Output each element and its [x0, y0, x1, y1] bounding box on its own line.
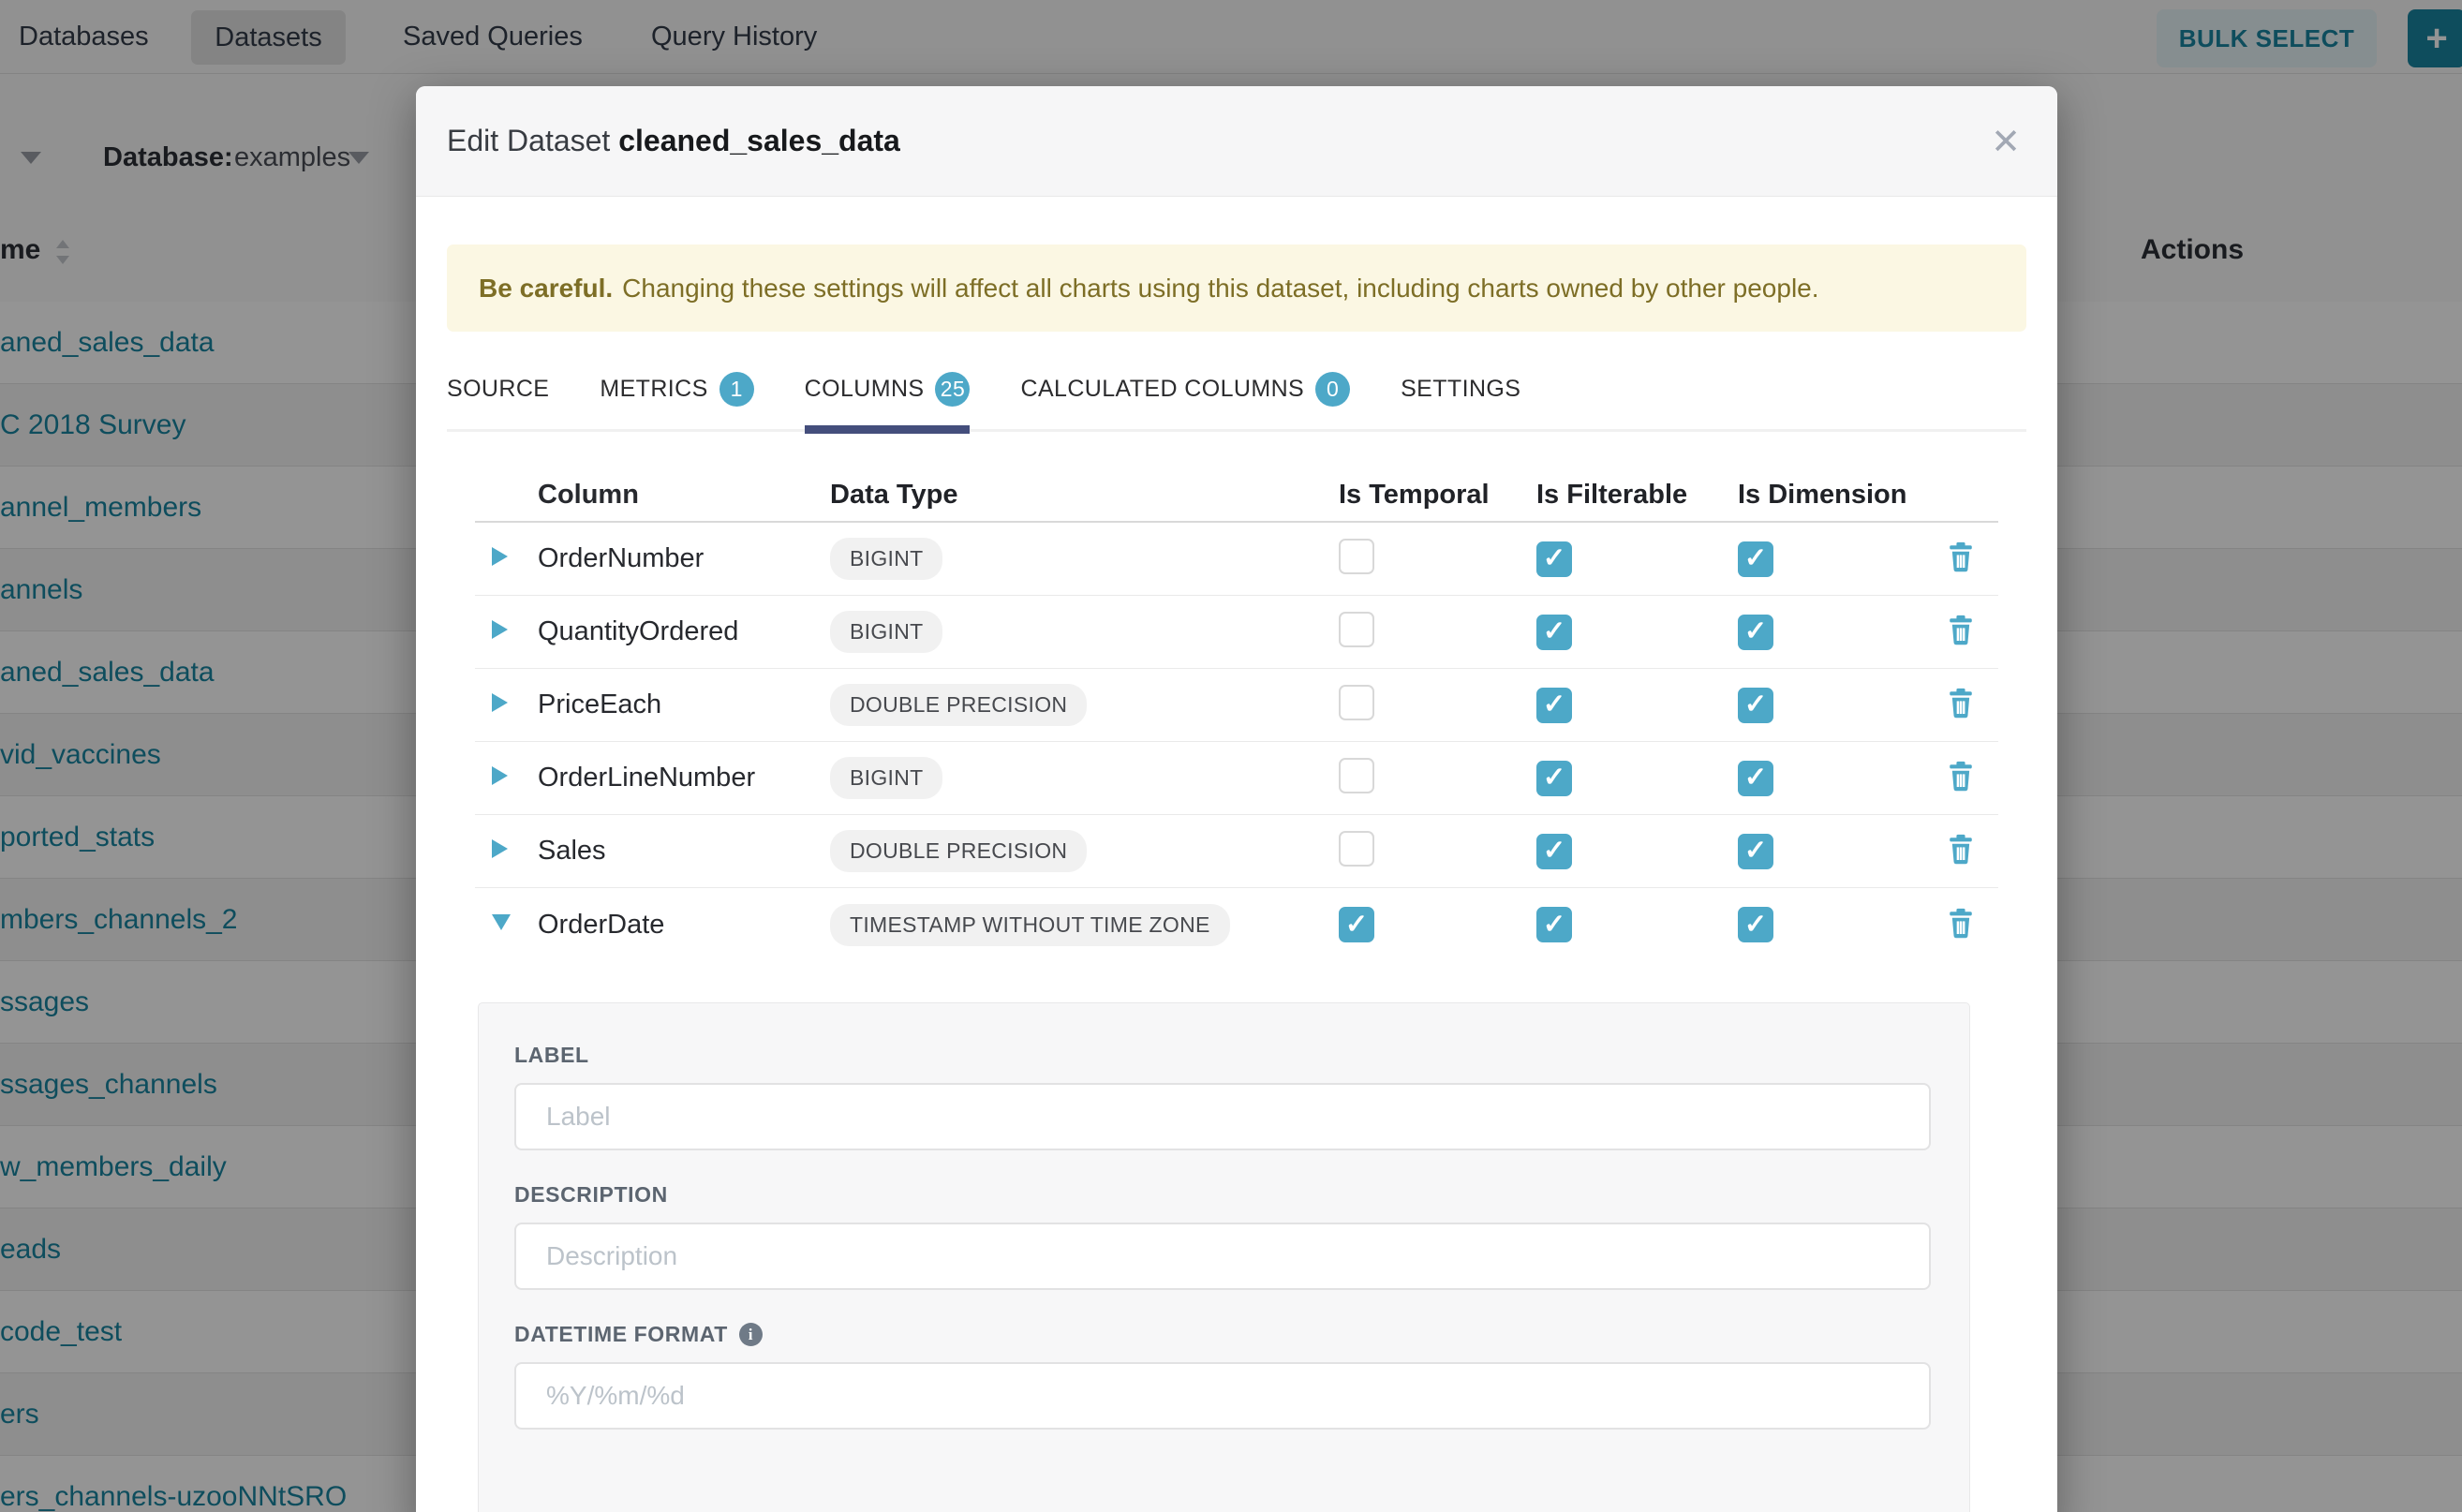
is-temporal-checkbox[interactable] — [1339, 907, 1374, 942]
modal-tabs: SOURCE METRICS 1 COLUMNS 25 CALCULATED C… — [447, 372, 2026, 432]
modal-title-prefix: Edit Dataset — [447, 124, 610, 157]
column-name: OrderLineNumber — [538, 763, 830, 793]
is-filterable-checkbox[interactable] — [1536, 834, 1572, 869]
column-row: OrderLineNumber BIGINT — [475, 742, 1998, 815]
header-is-temporal: Is Temporal — [1339, 480, 1536, 511]
is-temporal-checkbox[interactable] — [1339, 612, 1374, 647]
column-type-pill: BIGINT — [830, 538, 942, 580]
modal-title: Edit Dataset cleaned_sales_data — [447, 124, 900, 158]
tab-metrics[interactable]: METRICS 1 — [600, 372, 753, 429]
column-type-pill: BIGINT — [830, 757, 942, 799]
label-field-label: LABEL — [514, 1043, 1934, 1068]
column-name: PriceEach — [538, 689, 830, 720]
expand-caret-icon[interactable] — [492, 914, 511, 930]
is-dimension-checkbox[interactable] — [1738, 834, 1773, 869]
delete-column-icon[interactable] — [1946, 614, 1976, 650]
is-dimension-checkbox[interactable] — [1738, 688, 1773, 723]
expand-caret-icon[interactable] — [492, 839, 508, 858]
warning-banner: Be careful. Changing these settings will… — [447, 245, 2026, 332]
column-name: Sales — [538, 836, 830, 867]
is-filterable-checkbox[interactable] — [1536, 761, 1572, 796]
column-row: OrderNumber BIGINT — [475, 523, 1998, 596]
column-type-pill: TIMESTAMP WITHOUT TIME ZONE — [830, 904, 1230, 946]
tab-source[interactable]: SOURCE — [447, 372, 549, 429]
is-temporal-checkbox[interactable] — [1339, 685, 1374, 720]
tab-metrics-label: METRICS — [600, 376, 707, 403]
column-type-pill: DOUBLE PRECISION — [830, 830, 1087, 872]
header-is-dimension: Is Dimension — [1738, 480, 1931, 511]
delete-column-icon[interactable] — [1946, 687, 1976, 723]
is-temporal-checkbox[interactable] — [1339, 831, 1374, 867]
calculated-columns-count-badge: 0 — [1315, 372, 1350, 407]
warning-bold-text: Be careful. — [479, 274, 613, 304]
column-name: OrderDate — [538, 910, 830, 941]
label-input[interactable] — [514, 1083, 1931, 1150]
is-temporal-checkbox[interactable] — [1339, 539, 1374, 574]
tab-columns[interactable]: COLUMNS 25 — [805, 372, 971, 429]
tab-calculated-columns-label: CALCULATED COLUMNS — [1020, 376, 1304, 403]
description-input[interactable] — [514, 1223, 1931, 1290]
expand-caret-icon[interactable] — [492, 620, 508, 639]
column-row: PriceEach DOUBLE PRECISION — [475, 669, 1998, 742]
is-dimension-checkbox[interactable] — [1738, 541, 1773, 577]
warning-text: Changing these settings will affect all … — [622, 274, 1818, 304]
column-row: Sales DOUBLE PRECISION — [475, 815, 1998, 888]
column-name: OrderNumber — [538, 543, 830, 574]
edit-dataset-modal: Edit Dataset cleaned_sales_data Be caref… — [416, 86, 2057, 1512]
expand-caret-icon[interactable] — [492, 693, 508, 712]
delete-column-icon[interactable] — [1946, 833, 1976, 869]
is-dimension-checkbox[interactable] — [1738, 761, 1773, 796]
expand-caret-icon[interactable] — [492, 766, 508, 785]
is-filterable-checkbox[interactable] — [1536, 541, 1572, 577]
datetime-format-field-label: DATETIME FORMAT — [514, 1322, 1934, 1347]
modal-header: Edit Dataset cleaned_sales_data — [416, 86, 2057, 197]
header-data-type: Data Type — [830, 480, 1339, 511]
delete-column-icon[interactable] — [1946, 907, 1976, 943]
column-type-pill: DOUBLE PRECISION — [830, 684, 1087, 726]
datetime-format-input[interactable] — [514, 1362, 1931, 1430]
tab-columns-label: COLUMNS — [805, 376, 925, 403]
expand-caret-icon[interactable] — [492, 547, 508, 566]
header-is-filterable: Is Filterable — [1536, 480, 1738, 511]
is-filterable-checkbox[interactable] — [1536, 907, 1572, 942]
column-detail-editor: LABEL DESCRIPTION DATETIME FORMAT — [478, 1002, 1970, 1512]
header-column: Column — [538, 480, 830, 511]
is-filterable-checkbox[interactable] — [1536, 615, 1572, 650]
column-row: OrderDate TIMESTAMP WITHOUT TIME ZONE — [475, 888, 1998, 961]
column-name: QuantityOrdered — [538, 616, 830, 647]
columns-table: Column Data Type Is Temporal Is Filterab… — [475, 468, 1998, 961]
columns-table-body: OrderNumber BIGINT QuantityOrdered BIGIN… — [475, 523, 1998, 961]
delete-column-icon[interactable] — [1946, 541, 1976, 577]
modal-title-dataset-name: cleaned_sales_data — [618, 124, 900, 157]
column-type-pill: BIGINT — [830, 611, 942, 653]
close-icon[interactable] — [1982, 118, 2029, 165]
description-field-label: DESCRIPTION — [514, 1182, 1934, 1208]
columns-count-badge: 25 — [935, 372, 970, 407]
tab-source-label: SOURCE — [447, 376, 549, 403]
is-temporal-checkbox[interactable] — [1339, 758, 1374, 793]
tab-settings[interactable]: SETTINGS — [1401, 372, 1520, 429]
tab-calculated-columns[interactable]: CALCULATED COLUMNS 0 — [1020, 372, 1350, 429]
modal-body: Be careful. Changing these settings will… — [416, 245, 2057, 1512]
is-filterable-checkbox[interactable] — [1536, 688, 1572, 723]
info-icon[interactable] — [739, 1323, 763, 1346]
tab-settings-label: SETTINGS — [1401, 376, 1520, 403]
is-dimension-checkbox[interactable] — [1738, 615, 1773, 650]
column-row: QuantityOrdered BIGINT — [475, 596, 1998, 669]
delete-column-icon[interactable] — [1946, 760, 1976, 796]
columns-table-header-row: Column Data Type Is Temporal Is Filterab… — [475, 468, 1998, 523]
metrics-count-badge: 1 — [719, 372, 754, 407]
is-dimension-checkbox[interactable] — [1738, 907, 1773, 942]
